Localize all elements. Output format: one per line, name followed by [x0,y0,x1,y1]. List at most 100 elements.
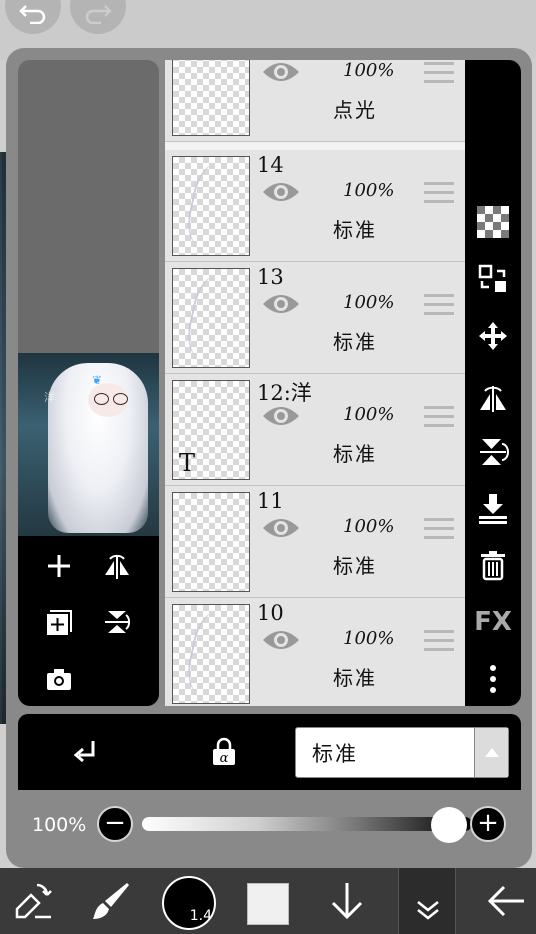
swap-icon [478,264,506,292]
layer-row[interactable]: 11 100% 标准 [165,486,465,598]
canvas-thumbnail[interactable]: 洋 ❦ [18,353,159,536]
opacity-slider[interactable] [142,817,472,831]
flip-vertical-icon [105,611,131,633]
right-toolbar: FX [465,60,521,706]
blend-mode-select[interactable]: 标准 [295,727,509,778]
eraser-swap-icon [15,883,52,919]
blend-mode-value: 标准 [312,742,358,766]
layer-opacity[interactable]: 100% [343,292,394,313]
redo-button[interactable] [70,0,126,34]
duplicate-icon [47,610,72,635]
flip-horizontal-button[interactable] [99,548,135,584]
flip-horizontal-layer-button[interactable] [475,380,511,416]
layer-blend-mode: 标准 [333,666,377,690]
layer-blend-mode: 点光 [333,98,377,122]
fx-label: FX [474,607,512,637]
layer-opacity[interactable]: 100% [343,404,394,425]
drag-handle-icon[interactable] [424,294,454,316]
layer-opacity[interactable]: 100% [343,628,394,649]
text-layer-icon: T [179,449,196,477]
layer-opacity[interactable]: 100% [343,60,394,81]
opacity-decrease-button[interactable]: − [97,806,133,842]
butterfly-icon: ❦ [92,373,103,387]
checkerboard-icon [477,206,509,238]
visibility-eye-icon[interactable] [261,178,301,206]
transparency-button[interactable] [475,204,511,240]
alpha-lock-icon: α [213,737,235,766]
visibility-eye-icon[interactable] [261,290,301,318]
opacity-row: 100% − + [18,790,521,856]
clipping-button[interactable] [68,734,104,770]
fx-button[interactable]: FX [474,604,512,640]
color-swatch[interactable] [247,883,289,925]
layer-blend-mode: 标准 [333,554,377,578]
more-options-button[interactable] [475,661,511,697]
layer-name: 14 [257,153,284,177]
layer-name: 11 [257,489,284,513]
layer-row[interactable]: T 12:洋 100% 标准 [165,374,465,486]
layer-list[interactable]: 15 100% 点光 14 100% 标准 13 100% 标准 T 12:洋 … [165,60,465,706]
flip-horizontal-icon [480,386,506,412]
layer-thumbnail[interactable] [172,156,250,256]
character-glasses [94,393,128,405]
layer-row[interactable]: 14 100% 标准 [165,150,465,262]
visibility-eye-icon[interactable] [261,514,301,542]
plus-icon [48,555,70,577]
svg-text:α: α [220,751,229,766]
brush-tool-button[interactable] [86,868,136,934]
camera-button[interactable] [41,661,77,697]
drag-handle-icon[interactable] [424,630,454,652]
thumbnail-text: 洋 [44,391,55,404]
merge-down-icon [479,494,507,524]
drag-handle-icon[interactable] [424,406,454,428]
camera-icon [47,669,71,690]
undo-button[interactable] [5,0,61,34]
layer-blend-mode: 标准 [333,218,377,242]
drag-handle-icon[interactable] [424,62,454,84]
layer-opacity[interactable]: 100% [343,180,394,201]
layer-row[interactable]: 15 100% 点光 [165,60,465,142]
visibility-eye-icon[interactable] [261,402,301,430]
drag-handle-icon[interactable] [424,182,454,204]
alpha-lock-button[interactable]: α [206,734,242,770]
brush-size-button[interactable]: 1.4 [162,876,216,930]
layer-tools [18,536,159,706]
layer-thumbnail[interactable] [172,492,250,592]
flip-vertical-icon [480,439,509,465]
layer-row[interactable]: 10 100% 标准 [165,598,465,706]
merge-down-button[interactable] [475,490,511,526]
delete-layer-button[interactable] [475,547,511,583]
layer-thumbnail[interactable]: T [172,380,250,480]
layer-down-button[interactable] [320,868,374,934]
trash-icon [481,551,505,581]
panel-toggle-button[interactable] [398,868,456,934]
brush-icon [93,883,129,919]
dropdown-arrow-icon[interactable] [474,728,508,777]
layer-opacity[interactable]: 100% [343,516,394,537]
layer-name: 13 [257,265,284,289]
duplicate-layer-button[interactable] [41,604,77,640]
chevron-double-down-icon [417,901,439,920]
flip-horizontal-icon [105,554,129,579]
drag-handle-icon[interactable] [424,518,454,540]
clipping-arrow-icon [73,741,95,763]
opacity-slider-knob[interactable] [431,807,467,843]
tool-select-button[interactable] [8,868,58,934]
brush-size-value: 1.4 [189,908,212,924]
flip-vertical-layer-button[interactable] [475,434,511,470]
layer-thumbnail[interactable] [172,268,250,368]
visibility-eye-icon[interactable] [261,60,301,86]
flip-vertical-button[interactable] [99,604,135,640]
move-button[interactable] [475,318,511,354]
layer-name: 10 [257,601,284,625]
opacity-increase-button[interactable]: + [470,806,506,842]
layer-thumbnail[interactable] [172,60,250,136]
arrow-down-icon [331,883,363,920]
layer-blend-mode: 标准 [333,330,377,354]
layer-thumbnail[interactable] [172,604,250,704]
swap-layer-button[interactable] [475,261,511,297]
add-layer-button[interactable] [41,548,77,584]
layer-row[interactable]: 13 100% 标准 [165,262,465,374]
visibility-eye-icon[interactable] [261,626,301,654]
back-button[interactable] [478,868,534,934]
